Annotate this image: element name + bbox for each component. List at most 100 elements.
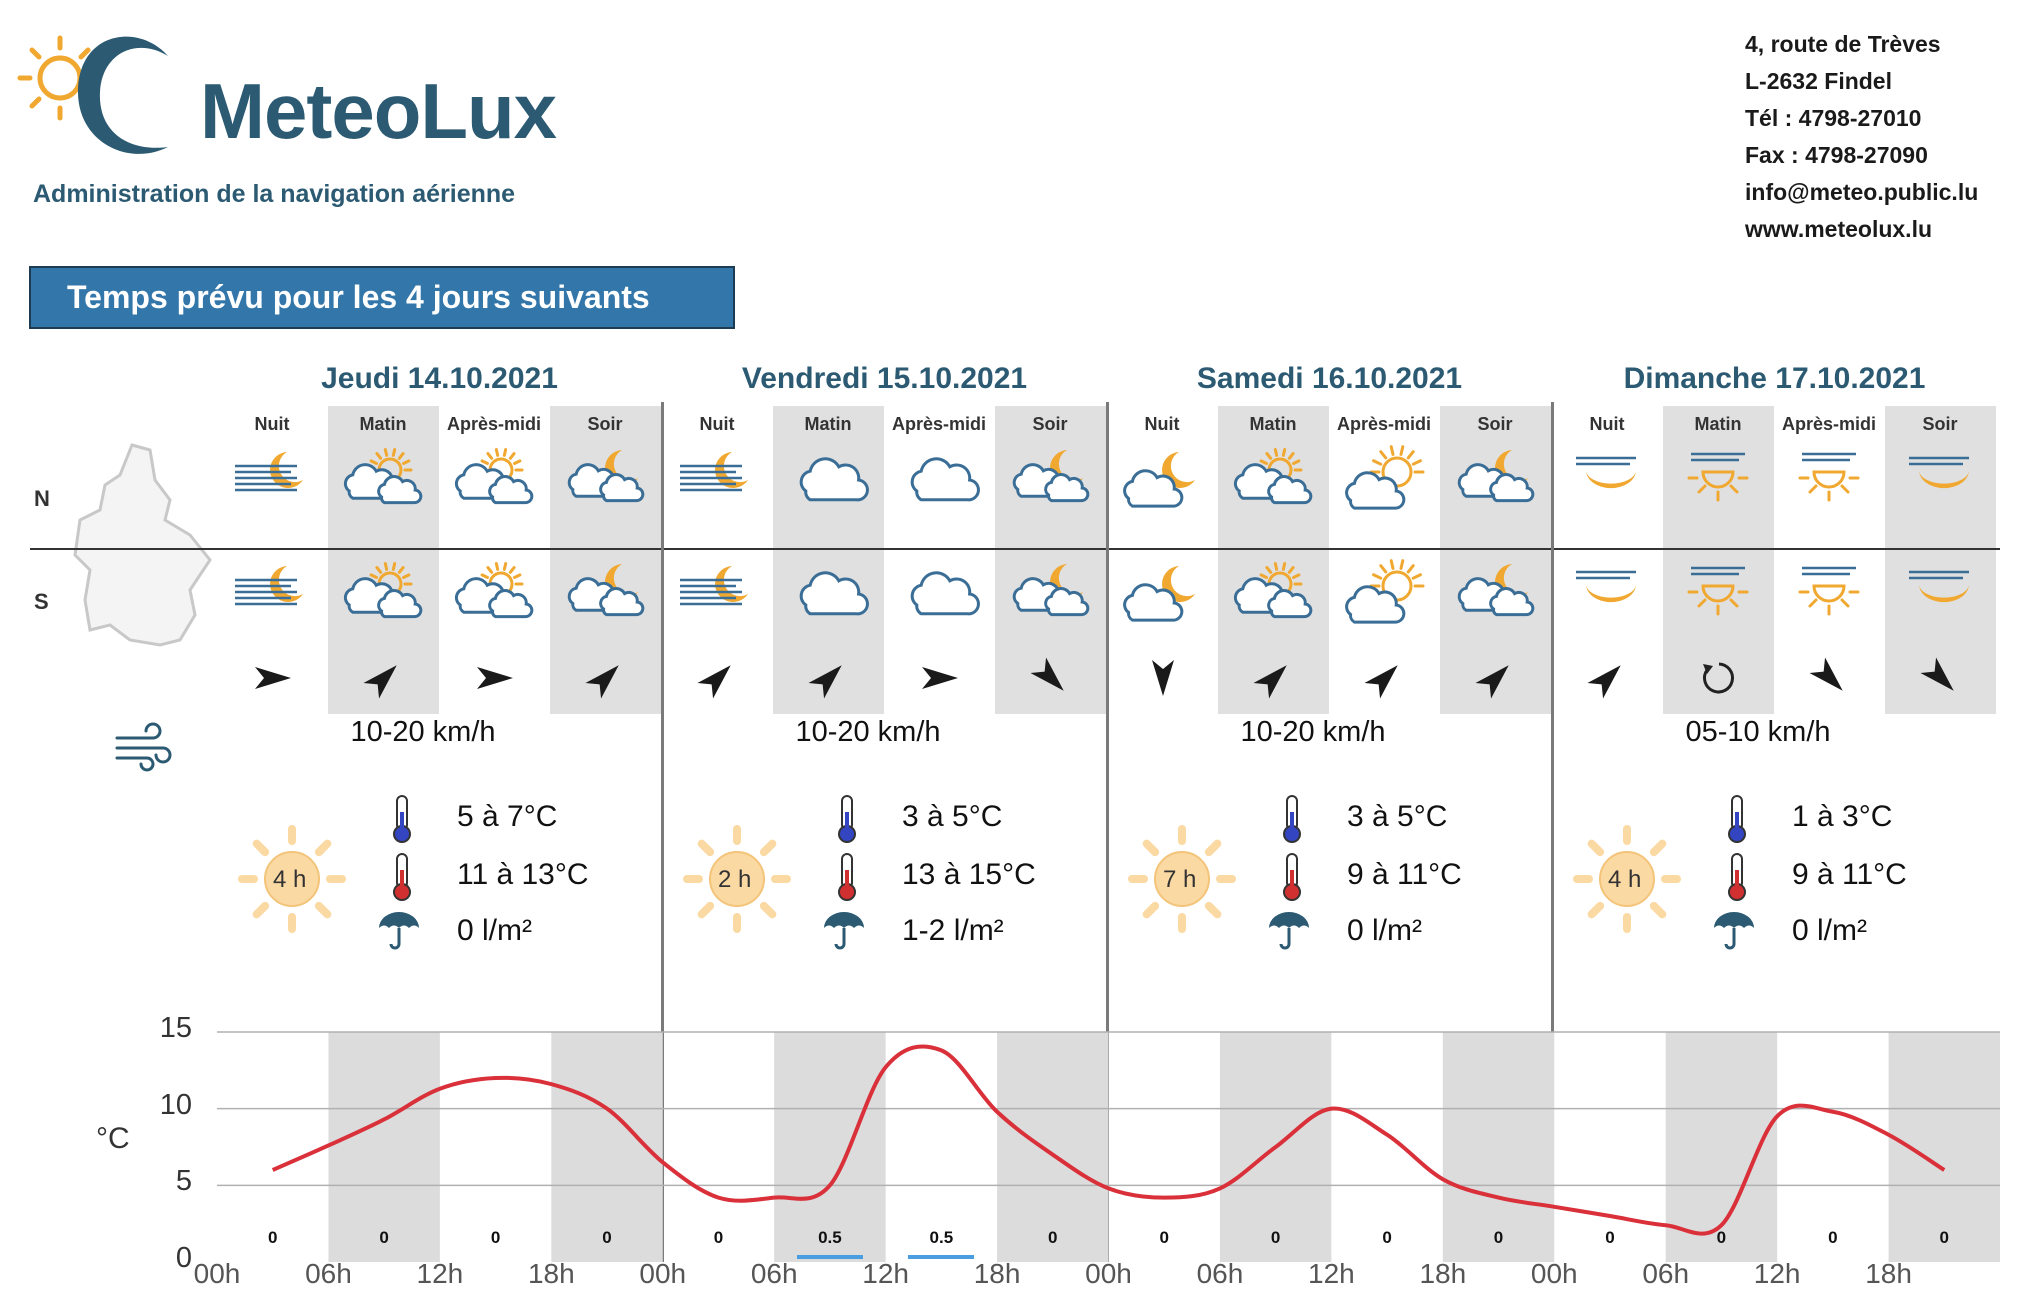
day-separator — [1551, 402, 1554, 1262]
period-label: Nuit — [699, 414, 735, 434]
umbrella-icon — [1269, 912, 1309, 950]
x-tick-label: 12h — [1753, 1258, 1801, 1289]
precipitation-total: 0 l/m² — [1792, 914, 1867, 947]
precipitation-label: 0.5 — [818, 1228, 842, 1247]
fog-moon-icon — [235, 452, 303, 492]
thermometer-max-icon — [393, 853, 411, 901]
period-label: Matin — [359, 414, 407, 434]
wind-direction-arrow-icon — [1152, 660, 1174, 696]
x-tick-label: 06h — [750, 1258, 798, 1289]
haze-sun-icon — [1798, 566, 1860, 616]
wind-direction-arrow-icon — [1475, 665, 1509, 699]
partly-cloudy-moon-icon — [1012, 564, 1090, 617]
precipitation-total: 0 l/m² — [1347, 914, 1422, 947]
contact-city: L-2632 Findel — [1745, 68, 1892, 94]
precipitation-label: 0 — [1159, 1228, 1169, 1247]
x-tick-label: 00h — [1085, 1258, 1132, 1289]
period-label: Matin — [804, 414, 852, 434]
contact-fax: Fax : 4798-27090 — [1745, 142, 1928, 168]
precipitation-label: 0 — [267, 1228, 278, 1247]
period-label: Après-midi — [1781, 414, 1877, 434]
period-label: Matin — [1694, 414, 1742, 434]
temp-max: 13 à 15°C — [902, 858, 1036, 891]
precipitation-label: 0 — [379, 1228, 389, 1247]
period-label: Nuit — [1589, 414, 1625, 434]
wind-direction-arrow-icon — [1030, 657, 1064, 691]
contact-email[interactable]: info@meteo.public.lu — [1745, 174, 1978, 211]
contact-address: 4, route de Trèves — [1745, 31, 1941, 57]
temp-min: 3 à 5°C — [902, 800, 1003, 833]
haze-sun-icon — [1798, 452, 1860, 502]
partly-cloudy-sun-icon — [1233, 448, 1313, 505]
umbrella-icon — [379, 912, 419, 950]
cloud-moon-icon — [1123, 566, 1195, 622]
y-tick-label: 5 — [175, 1165, 192, 1198]
umbrella-icon — [824, 912, 864, 950]
wind-direction-arrow-icon — [1253, 665, 1287, 699]
wind-icon — [115, 722, 172, 772]
contact-phone: Tél : 4798-27010 — [1745, 105, 1922, 131]
partly-cloudy-sun-icon — [343, 562, 423, 619]
wind-direction-arrow-icon — [697, 665, 731, 699]
temp-max: 9 à 11°C — [1792, 858, 1907, 891]
partly-cloudy-moon-icon — [1457, 450, 1535, 503]
x-tick-label: 00h — [193, 1258, 241, 1289]
logo-text: MeteoLux — [200, 67, 557, 155]
umbrella-icon — [1714, 912, 1754, 950]
thermometer-min-icon — [1728, 795, 1746, 843]
x-tick-label: 00h — [639, 1258, 687, 1289]
partly-cloudy-sun-icon — [343, 448, 423, 505]
north-south-separator — [30, 548, 2000, 550]
precipitation-label: 0 — [1605, 1228, 1615, 1247]
precipitation-label: 0 — [1939, 1228, 1950, 1247]
forecast-banner: Temps prévu pour les 4 jours suivants — [29, 266, 735, 329]
wind-direction-arrow-icon — [363, 665, 397, 699]
sunshine-hours: 4 h — [1608, 866, 1642, 893]
haze-moon-icon — [1909, 456, 1969, 489]
period-label: Soir — [1477, 414, 1513, 434]
precipitation-label: 0 — [1382, 1228, 1392, 1247]
wind-direction-arrow-icon — [1364, 665, 1398, 699]
fog-moon-icon — [235, 566, 303, 606]
cloud-sun-icon — [1345, 445, 1425, 510]
variable-wind-icon — [1703, 662, 1734, 694]
row-label-north: N — [34, 486, 50, 511]
day-title: Dimanche 17.10.2021 — [1623, 362, 1926, 395]
day-title: Samedi 16.10.2021 — [1196, 362, 1463, 395]
period-label: Nuit — [1144, 414, 1180, 434]
wind-speed: 05-10 km/h — [1685, 716, 1831, 748]
precipitation-label: 0 — [1048, 1228, 1058, 1247]
x-tick-label: 18h — [1419, 1258, 1467, 1289]
wind-direction-arrow-icon — [808, 665, 842, 699]
x-tick-label: 18h — [973, 1258, 1021, 1289]
precipitation-label: 0.5 — [929, 1228, 954, 1247]
x-tick-label: 06h — [1196, 1258, 1244, 1289]
haze-sun-icon — [1687, 452, 1749, 502]
precipitation-label: 0 — [1716, 1228, 1727, 1247]
wind-direction-arrow-icon — [585, 665, 619, 699]
meteolux-logo — [17, 35, 168, 154]
precipitation-label: 0 — [1493, 1228, 1504, 1247]
day-separator — [1106, 402, 1109, 1262]
haze-moon-icon — [1576, 456, 1636, 489]
day-title: Jeudi 14.10.2021 — [321, 362, 558, 395]
period-label: Soir — [587, 414, 623, 434]
precipitation-total: 1-2 l/m² — [902, 914, 1004, 947]
thermometer-min-icon — [838, 795, 856, 843]
contact-website[interactable]: www.meteolux.lu — [1745, 211, 1978, 248]
wind-speed: 10-20 km/h — [350, 716, 496, 748]
precipitation-label: 0 — [602, 1228, 612, 1247]
period-label: Soir — [1922, 414, 1958, 434]
haze-moon-icon — [1909, 570, 1969, 603]
x-tick-label: 12h — [862, 1258, 909, 1289]
cloud-icon — [799, 571, 869, 616]
wind-direction-arrow-icon — [1920, 657, 1954, 691]
temp-max: 9 à 11°C — [1347, 858, 1462, 891]
haze-sun-icon — [1687, 566, 1749, 616]
period-label: Après-midi — [891, 414, 987, 434]
precipitation-bar — [908, 1255, 975, 1259]
luxembourg-map-icon — [73, 443, 212, 647]
sunshine-hours: 7 h — [1163, 866, 1197, 893]
y-tick-label: 15 — [159, 1012, 192, 1044]
wind-speed: 10-20 km/h — [795, 716, 941, 748]
